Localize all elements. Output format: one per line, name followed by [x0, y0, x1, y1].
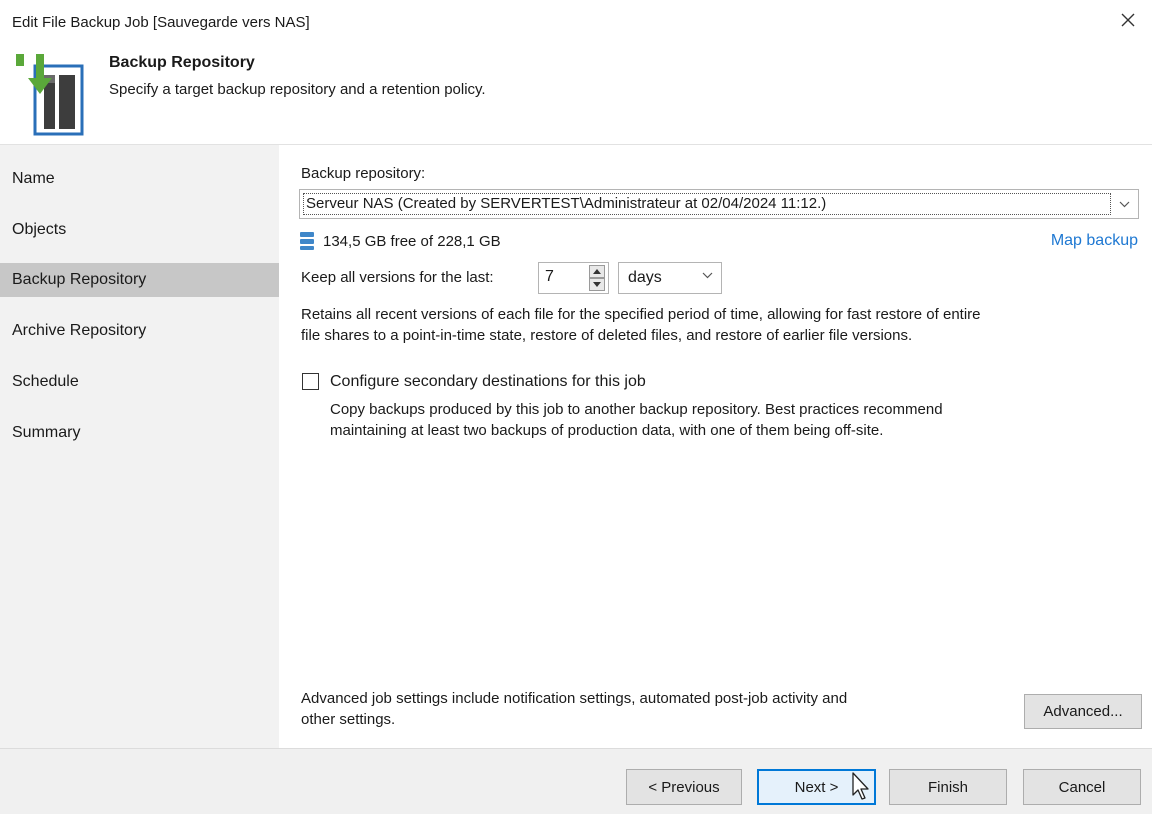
- main-content: Backup repository: Serveur NAS (Created …: [279, 144, 1152, 748]
- advanced-desc-line-2: other settings.: [301, 711, 396, 728]
- repository-label: Backup repository:: [301, 165, 426, 182]
- advanced-desc-line-1: Advanced job settings include notificati…: [301, 690, 848, 707]
- secondary-desc-line-1: Copy backups produced by this job to ano…: [330, 401, 943, 418]
- backup-repository-icon: [16, 54, 84, 136]
- step-schedule[interactable]: Schedule: [0, 365, 279, 399]
- step-backup-repository[interactable]: Backup Repository: [0, 263, 279, 297]
- chevron-down-icon: [702, 272, 713, 279]
- repository-value: Serveur NAS (Created by SERVERTEST\Admin…: [303, 193, 1111, 215]
- next-button[interactable]: Next >: [757, 769, 876, 805]
- repository-dropdown[interactable]: Serveur NAS (Created by SERVERTEST\Admin…: [299, 189, 1139, 219]
- window-title: Edit File Backup Job [Sauvegarde vers NA…: [12, 14, 310, 31]
- previous-button[interactable]: < Previous: [626, 769, 742, 805]
- arrow-down-icon: [593, 282, 601, 287]
- wizard-footer: < Previous Next > Finish Cancel: [0, 748, 1152, 814]
- step-name[interactable]: Name: [0, 162, 279, 196]
- wizard-header: Backup Repository Specify a target backu…: [0, 44, 1152, 144]
- arrow-up-icon: [593, 269, 601, 274]
- finish-button[interactable]: Finish: [889, 769, 1007, 805]
- retention-unit-select[interactable]: days: [618, 262, 722, 294]
- header-subtitle: Specify a target backup repository and a…: [109, 81, 486, 98]
- chevron-down-icon: [1114, 194, 1134, 214]
- free-space-text: 134,5 GB free of 228,1 GB: [323, 233, 501, 250]
- step-objects[interactable]: Objects: [0, 213, 279, 247]
- spinner-up-button[interactable]: [589, 265, 605, 278]
- step-archive-repository[interactable]: Archive Repository: [0, 314, 279, 348]
- keep-versions-spinner[interactable]: 7: [538, 262, 609, 294]
- retention-description: Retains all recent versions of each file…: [301, 304, 981, 346]
- advanced-description: Advanced job settings include notificati…: [301, 688, 847, 730]
- close-button[interactable]: [1114, 6, 1142, 34]
- title-bar: Edit File Backup Job [Sauvegarde vers NA…: [0, 0, 1152, 44]
- map-backup-link[interactable]: Map backup: [1051, 232, 1138, 250]
- close-icon: [1121, 13, 1135, 27]
- retention-unit-value: days: [628, 269, 662, 286]
- secondary-description: Copy backups produced by this job to ano…: [330, 399, 943, 441]
- keep-versions-value: 7: [545, 268, 554, 285]
- header-title: Backup Repository: [109, 54, 255, 71]
- secondary-destinations-checkbox[interactable]: [302, 373, 319, 390]
- spinner-down-button[interactable]: [589, 278, 605, 291]
- keep-versions-label: Keep all versions for the last:: [301, 269, 494, 286]
- step-summary[interactable]: Summary: [0, 416, 279, 450]
- secondary-desc-line-2: maintaining at least two backups of prod…: [330, 422, 884, 439]
- advanced-button[interactable]: Advanced...: [1024, 694, 1142, 729]
- retention-desc-line-1: Retains all recent versions of each file…: [301, 306, 981, 323]
- secondary-destinations-label[interactable]: Configure secondary destinations for thi…: [330, 373, 646, 391]
- database-icon: [300, 232, 314, 250]
- cancel-button[interactable]: Cancel: [1023, 769, 1141, 805]
- wizard-steps-sidebar: Name Objects Backup Repository Archive R…: [0, 144, 279, 748]
- retention-desc-line-2: file shares to a point-in-time state, re…: [301, 327, 913, 344]
